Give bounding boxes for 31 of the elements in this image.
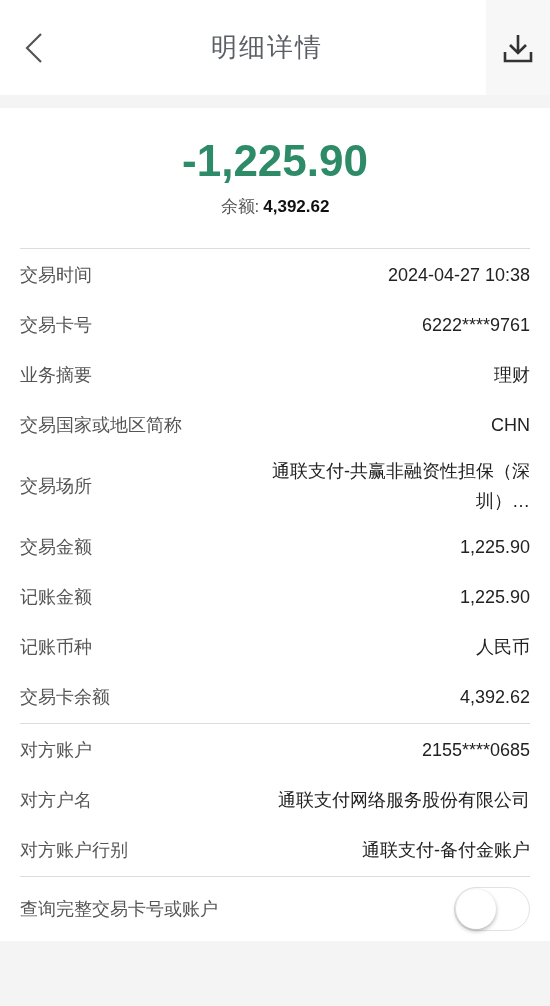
- field-value: 1,225.90: [459, 536, 530, 559]
- balance-label: 余额:: [220, 196, 260, 218]
- toggle-label: 查询完整交易卡号或账户: [20, 897, 218, 921]
- field-value: 理财: [494, 364, 530, 387]
- field-value: 通联支付-备付金账户: [362, 839, 530, 862]
- field-value: 通联支付-共赢非融资性担保（深圳）…: [271, 460, 530, 513]
- field-value: 2155****0685: [421, 739, 530, 762]
- field-label: 交易卡余额: [20, 685, 110, 709]
- field-label: 对方账户行别: [20, 838, 128, 862]
- field-value: 4,392.62: [459, 686, 530, 709]
- field-value: 通联支付网络服务股份有限公司: [278, 789, 530, 812]
- field-label: 记账金额: [20, 585, 92, 609]
- field-label: 业务摘要: [20, 363, 92, 387]
- field-value: 1,225.90: [459, 586, 530, 609]
- field-label: 交易场所: [20, 474, 92, 498]
- field-value: 2024-04-27 10:38: [387, 264, 530, 287]
- field-label: 交易金额: [20, 535, 92, 559]
- field-value: 人民币: [476, 636, 530, 659]
- balance-value: 4,392.62: [263, 196, 330, 218]
- field-label: 对方账户: [20, 738, 92, 762]
- field-label: 交易国家或地区简称: [20, 413, 182, 437]
- toggle-switch[interactable]: [454, 887, 530, 931]
- field-value: CHN: [491, 414, 530, 437]
- amount-text: -1,225.90: [182, 136, 368, 186]
- field-label: 交易时间: [20, 263, 92, 287]
- field-label: 对方户名: [20, 788, 92, 812]
- field-label: 交易卡号: [20, 313, 92, 337]
- download-button[interactable]: [486, 0, 550, 95]
- field-value: 6222****9761: [421, 314, 530, 337]
- field-label: 记账币种: [20, 635, 92, 659]
- page-title: 明细详情: [211, 31, 323, 64]
